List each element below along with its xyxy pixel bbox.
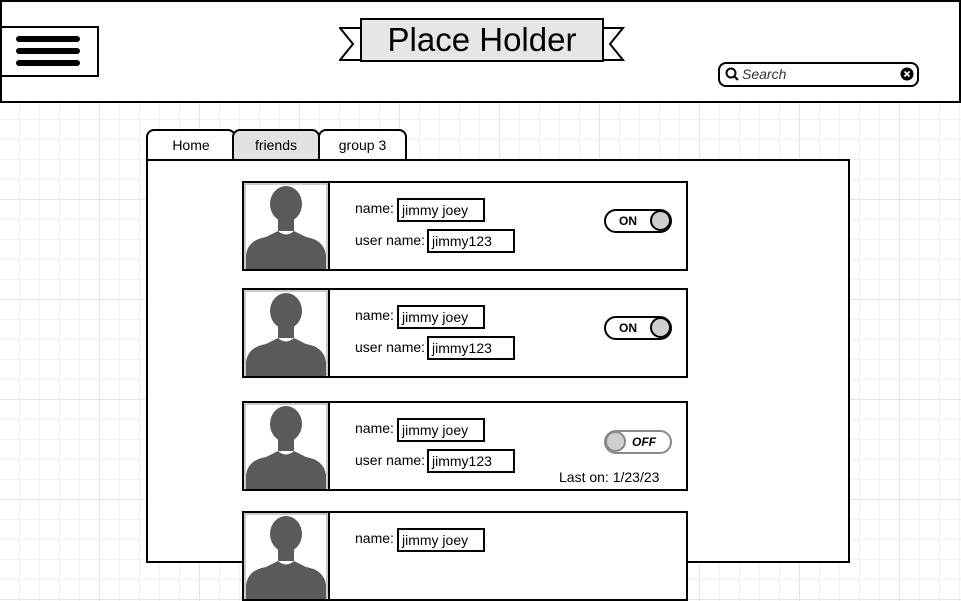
avatar	[244, 513, 330, 599]
page-title: Place Holder	[387, 21, 577, 58]
avatar	[244, 183, 330, 269]
name-label: name:	[355, 530, 394, 546]
user-silhouette-icon	[244, 513, 328, 599]
user-silhouette-icon	[244, 403, 328, 489]
title-banner: Place Holder	[339, 18, 625, 64]
tab-label: group 3	[338, 137, 387, 153]
friend-card: name: jimmy joey user name: jimmy123 OFF…	[242, 401, 688, 491]
clear-icon[interactable]	[900, 67, 914, 81]
status-toggle[interactable]: ON	[604, 316, 672, 340]
search-box[interactable]	[718, 62, 919, 87]
name-field[interactable]: jimmy joey	[397, 198, 485, 222]
last-on-text: Last on: 1/23/23	[559, 469, 660, 485]
name-field[interactable]: jimmy joey	[397, 528, 485, 552]
status-toggle[interactable]: ON	[604, 209, 672, 233]
username-label: user name:	[355, 452, 426, 468]
name-label: name:	[355, 420, 394, 436]
menu-bar	[16, 48, 80, 54]
username-field[interactable]: jimmy123	[427, 449, 515, 473]
friend-card: name: jimmy joey user name: jimmy123 ON	[242, 288, 688, 378]
friend-card: name: jimmy joey	[242, 511, 688, 601]
name-field[interactable]: jimmy joey	[397, 305, 485, 329]
status-toggle[interactable]: OFF	[604, 430, 672, 454]
name-label: name:	[355, 307, 394, 323]
toggle-knob	[650, 210, 671, 231]
menu-bar	[16, 60, 80, 66]
user-silhouette-icon	[244, 290, 328, 376]
toggle-knob	[650, 317, 671, 338]
tab-label: friends	[254, 137, 298, 153]
name-field[interactable]: jimmy joey	[397, 418, 485, 442]
name-label: name:	[355, 200, 394, 216]
username-label: user name:	[355, 339, 426, 355]
toggle-knob	[605, 431, 626, 452]
toggle-label: ON	[619, 214, 637, 228]
tab-group-3[interactable]: group 3	[318, 129, 407, 159]
app-header: Place Holder	[0, 0, 961, 103]
tab-home[interactable]: Home	[146, 129, 236, 159]
friend-card: name: jimmy joey user name: jimmy123 ON	[242, 181, 688, 271]
toggle-label: OFF	[632, 435, 656, 449]
search-input[interactable]	[742, 65, 892, 83]
avatar	[244, 403, 330, 489]
search-icon	[725, 67, 739, 81]
username-label: user name:	[355, 232, 426, 248]
toggle-label: ON	[619, 321, 637, 335]
user-silhouette-icon	[244, 183, 328, 269]
avatar	[244, 290, 330, 376]
menu-bar	[16, 36, 80, 42]
username-field[interactable]: jimmy123	[427, 336, 515, 360]
username-field[interactable]: jimmy123	[427, 229, 515, 253]
hamburger-menu-button[interactable]	[0, 26, 99, 77]
tab-friends[interactable]: friends	[232, 129, 320, 159]
tab-label: Home	[172, 137, 210, 153]
